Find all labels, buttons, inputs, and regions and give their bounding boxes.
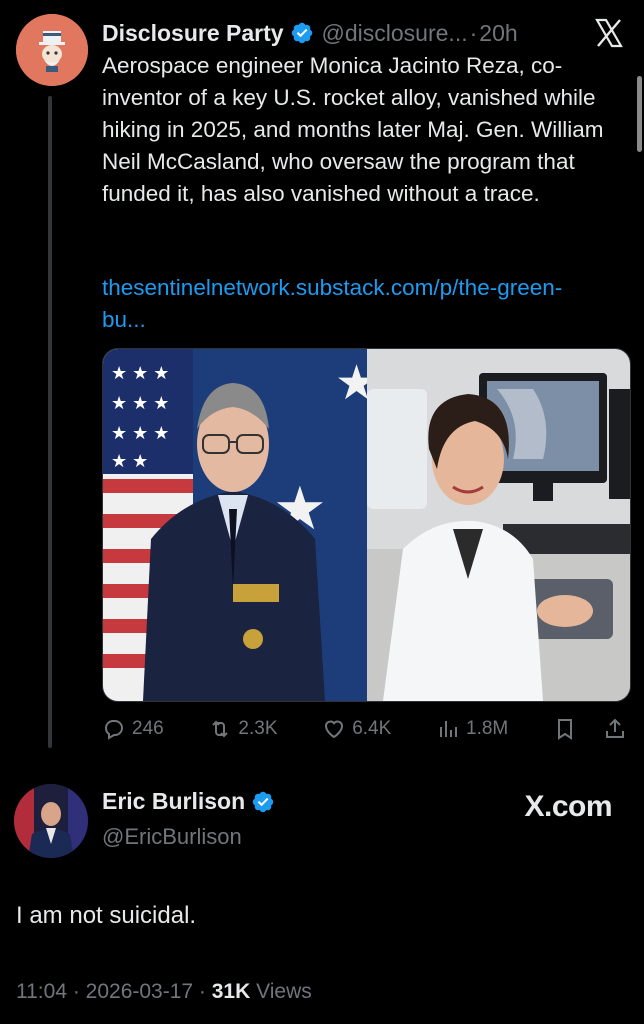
repost-icon (212, 720, 229, 738)
like-count: 6.4K (352, 718, 392, 739)
svg-text:★ ★ ★: ★ ★ ★ (111, 363, 169, 383)
like-button[interactable]: 6.4K (322, 717, 391, 741)
reply-button[interactable]: 246 (102, 717, 164, 741)
tweet-actions-bar: 246 2.3K 6.4K 1.8M (102, 712, 627, 746)
reply-timestamp[interactable]: 11:04 · 2026-03-17 · (16, 980, 206, 1003)
tweet-media-image[interactable]: ★ ★ ★ ★ ★ ★ ★ ★ ★ ★ ★ ★ ★ (102, 348, 631, 702)
reply-author-name[interactable]: Eric Burlison (102, 788, 245, 815)
thread-connector-line (48, 96, 52, 748)
views-count: 1.8M (466, 718, 509, 739)
svg-text:★ ★ ★: ★ ★ ★ (111, 423, 169, 443)
article-link[interactable]: thesentinelnetwork.substack.com/p/the-gr… (102, 272, 602, 336)
reply-views-label: Views (256, 980, 312, 1003)
reply-header: Eric Burlison (102, 788, 283, 815)
scrollbar[interactable] (637, 76, 642, 152)
reply-author-handle[interactable]: @EricBurlison (102, 824, 242, 850)
svg-text:★ ★ ★: ★ ★ ★ (111, 393, 169, 413)
reply-icon (105, 720, 123, 740)
views-button[interactable]: 1.8M (436, 717, 508, 741)
tweet-time[interactable]: 20h (479, 20, 517, 47)
bookmark-icon (557, 719, 572, 740)
verified-badge-icon (291, 22, 312, 44)
reply-text: I am not suicidal. (16, 902, 197, 929)
reply-meta: 11:04 · 2026-03-17 · 31K Views (16, 980, 312, 1004)
separator-dot: · (469, 19, 478, 46)
disclosure-party-avatar[interactable] (16, 14, 88, 86)
xcom-watermark: X.com (524, 790, 612, 823)
bookmark-button[interactable] (553, 717, 577, 741)
share-icon (605, 718, 624, 738)
verified-badge-icon (252, 791, 274, 812)
svg-text:★ ★: ★ ★ (111, 451, 148, 471)
author-handle[interactable]: @disclosure... (322, 20, 468, 47)
reply-views-count: 31K (211, 980, 251, 1003)
heart-icon (325, 720, 344, 739)
tweet-header: Disclosure Party @disclosure... · 20h (102, 16, 560, 50)
tweet-text: Aerospace engineer Monica Jacinto Reza, … (102, 53, 604, 206)
eric-burlison-avatar[interactable] (14, 784, 88, 858)
author-name[interactable]: Disclosure Party (102, 20, 284, 47)
repost-button[interactable]: 2.3K (208, 717, 278, 741)
views-icon (440, 721, 457, 737)
repost-count: 2.3K (238, 718, 278, 739)
reply-count: 246 (132, 718, 164, 739)
share-button[interactable] (603, 717, 627, 741)
